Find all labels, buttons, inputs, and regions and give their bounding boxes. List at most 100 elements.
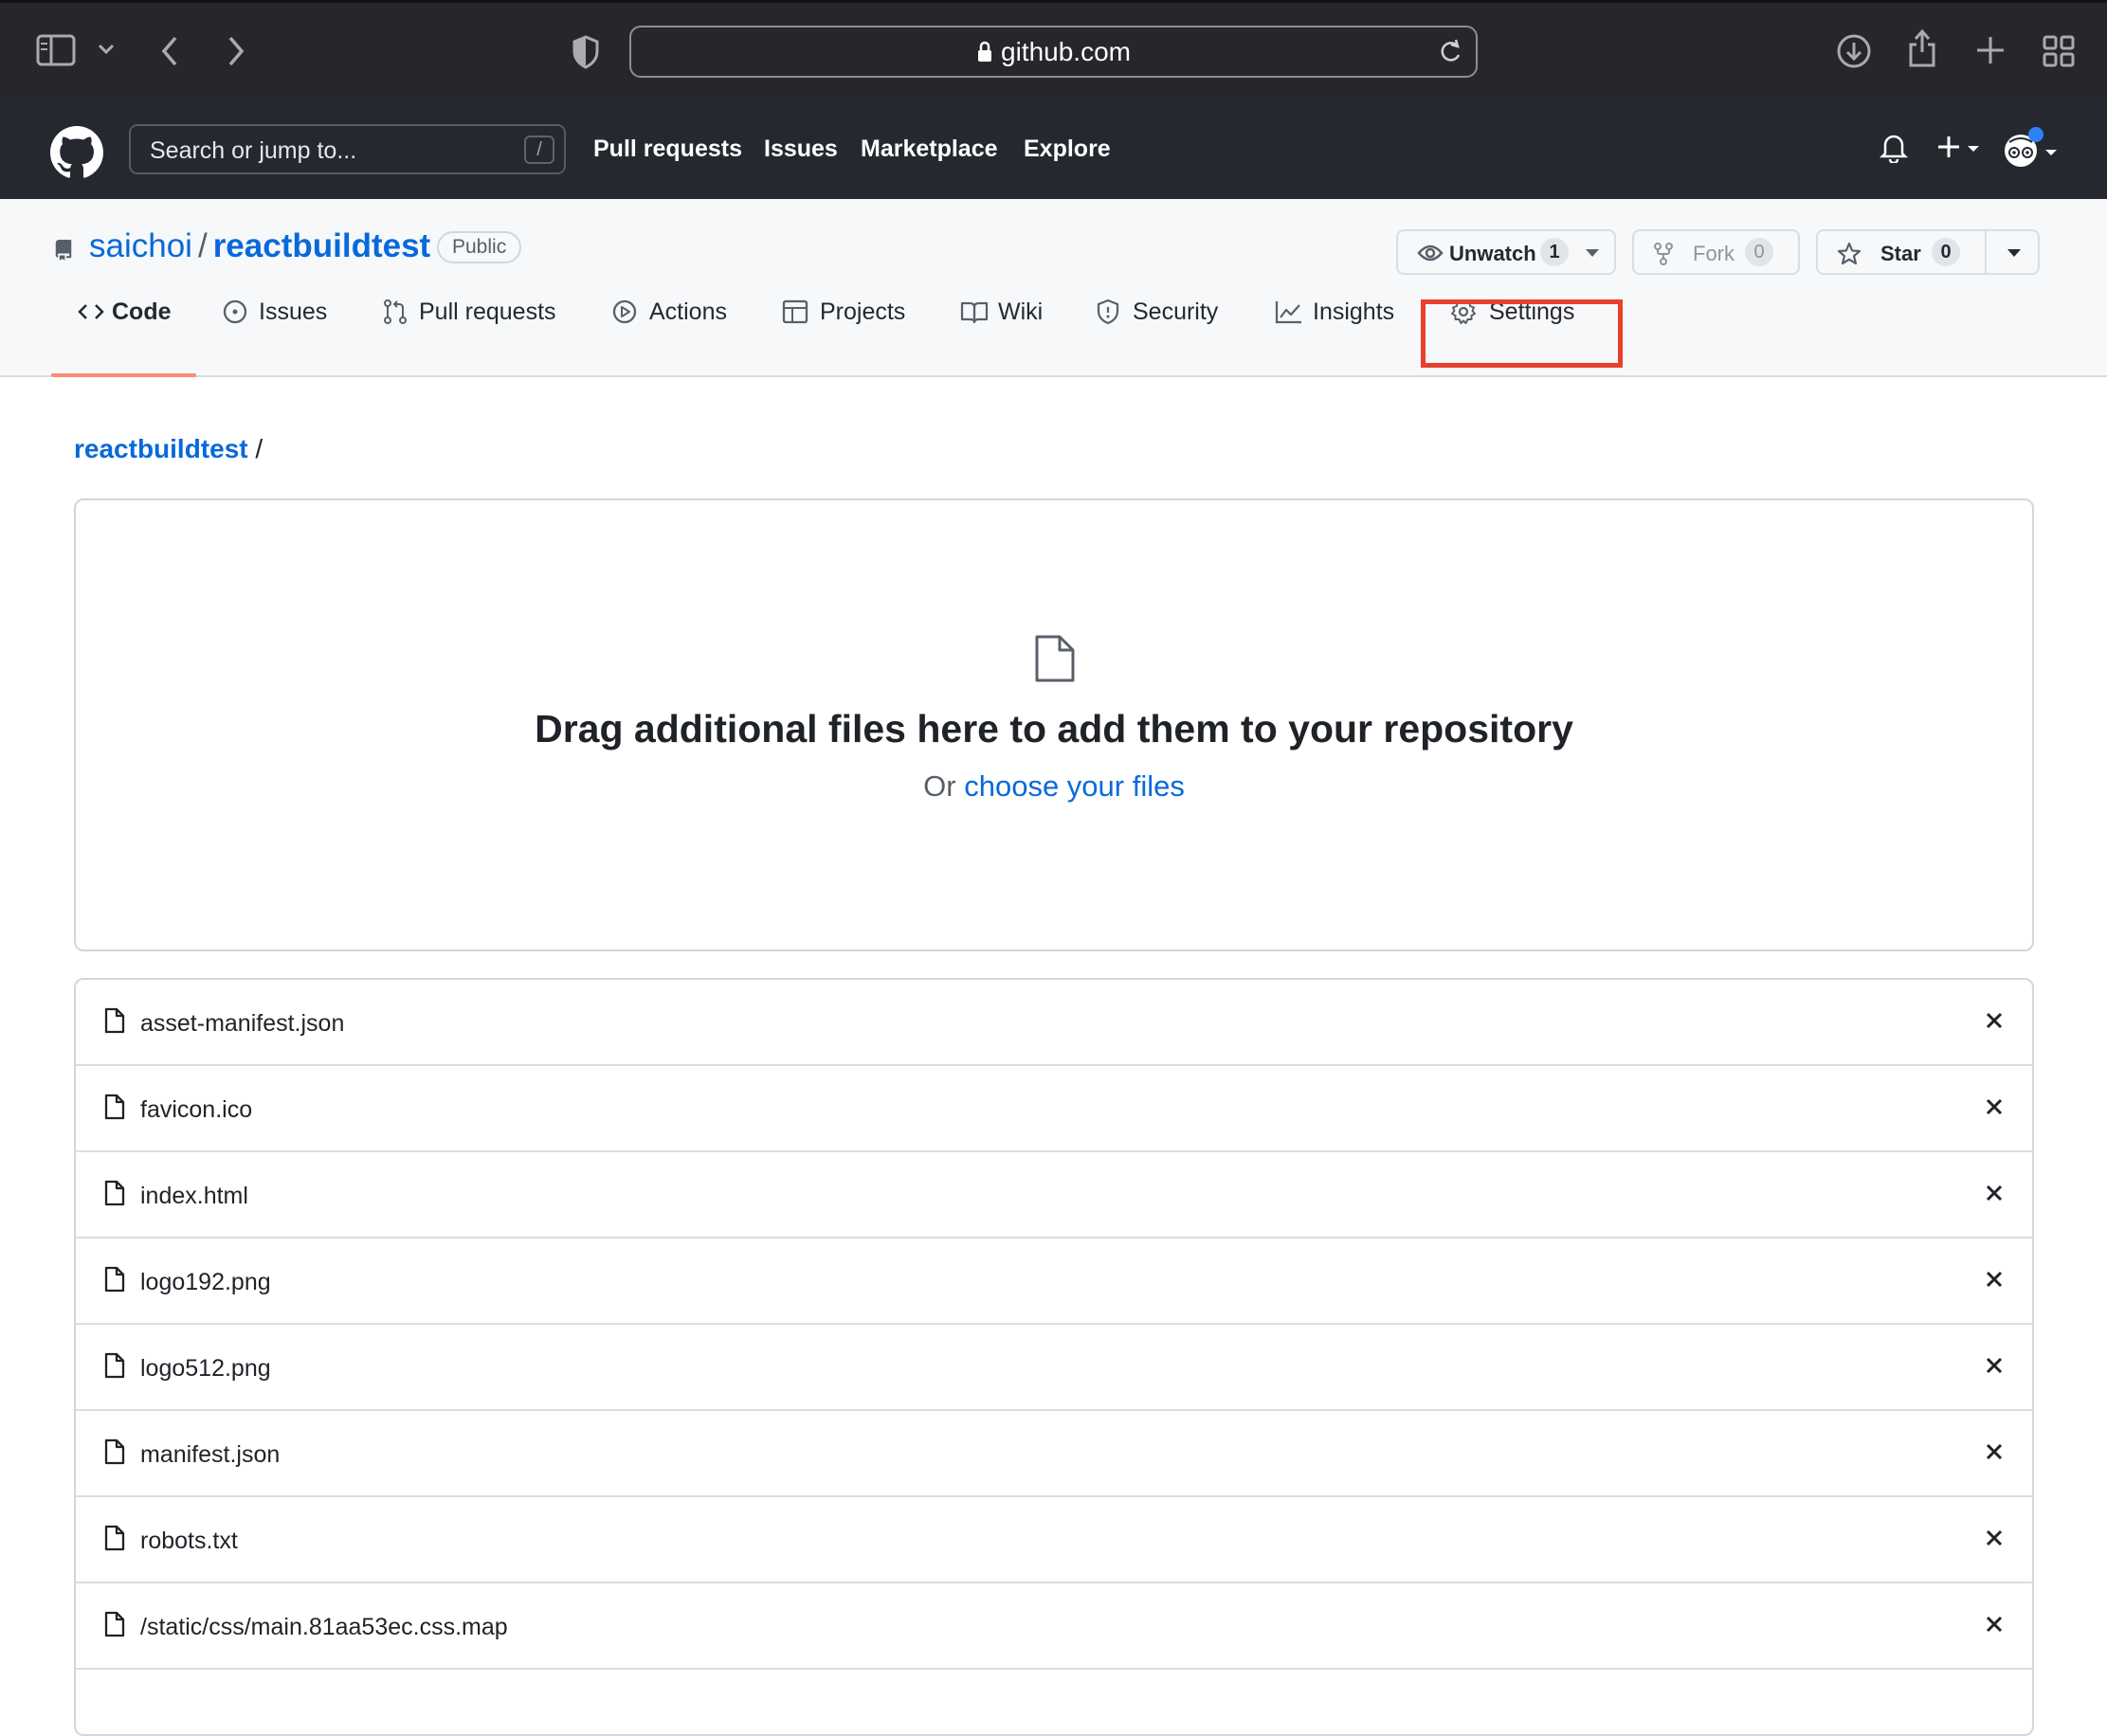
close-icon[interactable]: [1983, 1009, 2006, 1032]
file-dropzone[interactable]: Drag additional files here to add them t…: [74, 498, 2034, 951]
repo-icon: [53, 237, 74, 263]
close-icon[interactable]: [1983, 1613, 2006, 1636]
fork-label: Fork: [1693, 242, 1735, 265]
close-icon[interactable]: [1983, 1440, 2006, 1463]
file-row: logo192.png: [76, 1239, 2032, 1325]
dropzone-subtitle: Or choose your files: [76, 769, 2032, 804]
file-name: logo192.png: [140, 1269, 271, 1295]
close-icon[interactable]: [1983, 1354, 2006, 1377]
file-icon: [104, 1094, 125, 1120]
file-name: asset-manifest.json: [140, 1010, 345, 1037]
tab-issues[interactable]: Issues: [222, 297, 345, 344]
chevron-down-icon[interactable]: [97, 43, 116, 56]
file-icon: [104, 1438, 125, 1465]
privacy-shield-icon[interactable]: [572, 35, 600, 69]
avatar[interactable]: [2002, 126, 2061, 172]
dropzone-title: Drag additional files here to add them t…: [535, 707, 1573, 750]
tab-wiki-label: Wiki: [998, 298, 1044, 325]
file-name: index.html: [140, 1183, 248, 1209]
unwatch-button[interactable]: Unwatch 1: [1396, 229, 1616, 275]
tab-insights-label: Insights: [1313, 298, 1395, 325]
tab-wiki[interactable]: Wiki: [960, 297, 1045, 344]
tab-pull-requests-label: Pull requests: [419, 298, 556, 325]
tab-security-label: Security: [1133, 298, 1219, 325]
tab-projects-label: Projects: [820, 298, 906, 325]
file-name: /static/css/main.81aa53ec.css.map: [140, 1614, 508, 1640]
repo-name-link[interactable]: reactbuildtest: [213, 227, 431, 264]
repo-title-separator: /: [197, 227, 208, 264]
github-header: Search or jump to... / Pull requests Iss…: [0, 98, 2107, 199]
file-icon: [104, 1611, 125, 1637]
url-text: github.com: [1001, 37, 1131, 66]
new-tab-icon[interactable]: [1975, 35, 2006, 65]
pull-request-icon: [382, 298, 409, 325]
browser-toolbar: github.com: [0, 0, 2107, 98]
file-row: /static/css/main.81aa53ec.css.map: [76, 1583, 2032, 1670]
breadcrumb: reactbuildtest /: [74, 434, 263, 464]
tab-overview-icon[interactable]: [2043, 35, 2075, 67]
repo-owner-link[interactable]: saichoi: [89, 227, 192, 264]
nav-pull-requests[interactable]: Pull requests: [593, 136, 742, 163]
nav-explore[interactable]: Explore: [1024, 136, 1111, 163]
unwatch-label: Unwatch: [1449, 242, 1536, 265]
settings-highlight-box: [1421, 299, 1623, 368]
book-icon: [960, 298, 989, 325]
eye-icon: [1417, 244, 1444, 262]
back-icon[interactable]: [159, 35, 180, 67]
file-name: manifest.json: [140, 1441, 281, 1468]
repo-header: saichoi / reactbuildtest Public Unwatch 1 …: [0, 199, 2107, 377]
issue-icon: [222, 298, 248, 325]
tab-actions[interactable]: Actions: [611, 297, 735, 344]
file-row: index.html: [76, 1152, 2032, 1239]
file-icon: [104, 1180, 125, 1206]
fork-icon: [1653, 242, 1674, 266]
chevron-down-icon[interactable]: [2007, 249, 2021, 258]
nav-marketplace[interactable]: Marketplace: [861, 136, 998, 163]
search-placeholder: Search or jump to...: [150, 137, 357, 164]
github-logo-icon[interactable]: [50, 126, 103, 179]
chevron-down-icon: [1586, 249, 1599, 258]
forward-icon[interactable]: [226, 35, 246, 67]
create-new-dropdown[interactable]: [1937, 134, 1983, 162]
tab-security[interactable]: Security: [1096, 297, 1228, 344]
close-icon[interactable]: [1983, 1527, 2006, 1549]
file-icon: [104, 1352, 125, 1379]
graph-icon: [1275, 298, 1303, 325]
reload-icon[interactable]: [1438, 39, 1462, 65]
file-icon: [104, 1266, 125, 1293]
dropzone-or-text: Or: [923, 769, 956, 803]
lock-icon: [976, 41, 993, 63]
breadcrumb-separator: /: [255, 434, 263, 463]
file-row: logo512.png: [76, 1325, 2032, 1411]
downloads-icon[interactable]: [1836, 33, 1872, 69]
nav-issues[interactable]: Issues: [764, 136, 838, 163]
address-bar[interactable]: github.com: [629, 26, 1478, 78]
tab-insights[interactable]: Insights: [1275, 297, 1403, 344]
tab-projects[interactable]: Projects: [782, 297, 915, 344]
fork-button[interactable]: Fork 0: [1632, 229, 1800, 275]
fork-count: 0: [1745, 238, 1773, 266]
selected-tab-underline: [51, 373, 196, 377]
close-icon[interactable]: [1983, 1182, 2006, 1204]
tab-code[interactable]: Code: [78, 297, 182, 344]
file-row: favicon.ico: [76, 1066, 2032, 1152]
file-name: robots.txt: [140, 1528, 238, 1554]
star-label: Star: [1880, 242, 1921, 265]
breadcrumb-repo-link[interactable]: reactbuildtest: [74, 434, 248, 463]
file-row: asset-manifest.json: [76, 980, 2032, 1066]
search-shortcut-badge: /: [524, 136, 554, 164]
close-icon[interactable]: [1983, 1095, 2006, 1118]
tab-issues-label: Issues: [259, 298, 328, 325]
close-icon[interactable]: [1983, 1268, 2006, 1291]
bell-icon[interactable]: [1880, 133, 1908, 163]
sidebar-toggle-icon[interactable]: [36, 34, 78, 66]
file-name: favicon.ico: [140, 1096, 253, 1123]
choose-files-link[interactable]: choose your files: [964, 769, 1185, 803]
star-button[interactable]: Star 0: [1816, 229, 2040, 275]
tab-pull-requests[interactable]: Pull requests: [382, 297, 572, 344]
file-row: manifest.json: [76, 1411, 2032, 1497]
file-icon: [1033, 633, 1077, 684]
search-input[interactable]: Search or jump to... /: [129, 124, 566, 174]
share-icon[interactable]: [1907, 27, 1937, 69]
file-row: robots.txt: [76, 1497, 2032, 1583]
